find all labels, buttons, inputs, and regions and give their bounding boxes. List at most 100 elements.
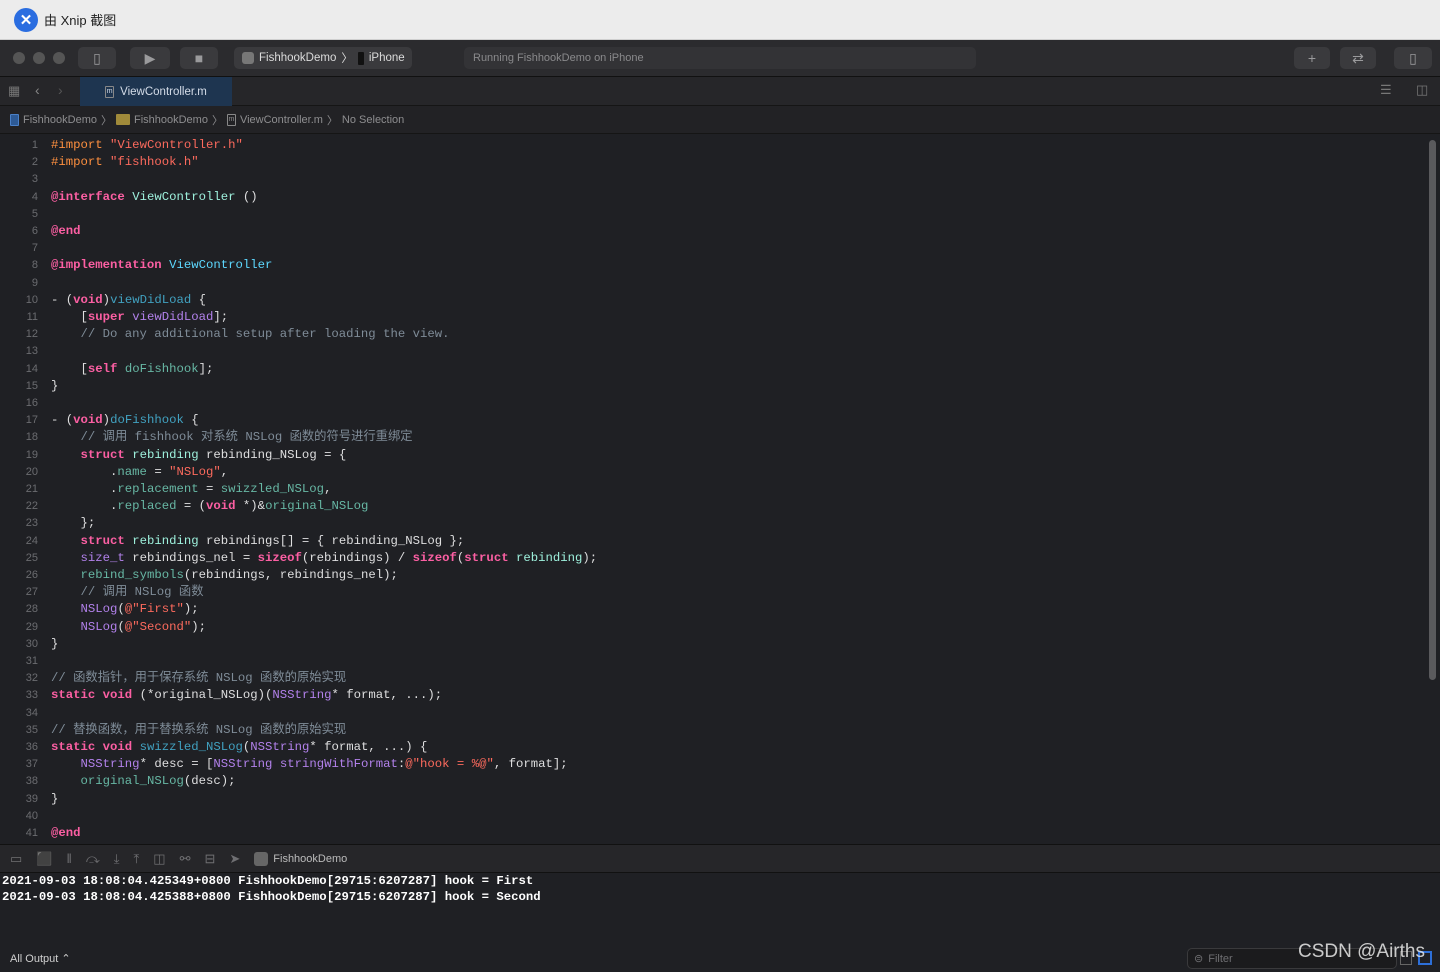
line-number: 25 [25,551,38,564]
file-m-icon: m [226,113,236,126]
code-token: "ViewController.h" [110,138,243,152]
code-token: * format, ...) { [309,740,428,754]
code-token: super [87,310,125,324]
code-line: NSString* desc = [NSString stringWithFor… [51,756,568,773]
line-number: 4 [31,190,38,203]
forward-icon[interactable]: › [58,82,63,98]
code-line: [super viewDidLoad]; [51,309,229,326]
navigator-toggle-icon[interactable]: ▯ [78,47,116,69]
minimize-window-button[interactable] [33,52,45,64]
step-out-icon[interactable]: ⤒ [134,851,140,867]
line-number: 18 [25,431,38,444]
step-into-icon[interactable]: ⤓ [114,851,120,867]
code-token: @end [51,826,81,840]
code-token: ( [117,602,125,617]
code-line: NSLog(@"Second"); [51,619,206,636]
code-token: // 函数指针，用于保存系统 NSLog 函数的原始实现 [51,671,347,686]
code-token: ) [102,413,111,428]
code-token: ViewController [169,258,273,273]
step-over-icon[interactable]: ⤼ [86,851,100,867]
code-token: * desc = [ [139,757,214,772]
code-line: .name = "NSLog", [51,464,228,481]
pause-icon[interactable]: ‖ [66,851,71,866]
line-number: 2 [31,156,38,169]
line-number: 27 [25,586,38,599]
output-selector[interactable]: All Output ⌃ [10,952,71,965]
code-token: } [51,791,59,806]
code-line: } [51,791,58,808]
jump-item-file[interactable]: ViewController.m [240,114,323,126]
code-token: { [191,292,207,307]
app-icon [254,851,269,866]
back-icon[interactable]: ‹ [35,82,40,98]
code-token: void [206,499,236,514]
code-token: swizzled_NSLog [139,740,243,754]
code-token: ViewController [132,189,236,204]
jump-item-group[interactable]: FishhookDemo [134,114,208,126]
code-token: , format]; [493,757,568,772]
project-icon [10,113,19,126]
code-token: void [102,740,133,754]
editor-scrollbar[interactable] [1429,140,1436,680]
stop-button[interactable]: ■ [180,47,218,69]
code-token: sizeof [412,550,457,565]
view-hierarchy-icon[interactable]: ◫ [153,851,165,867]
device-icon [357,51,364,65]
library-plus-icon[interactable]: + [1294,47,1330,69]
code-token: @"First" [124,602,184,617]
source-editor[interactable]: 1 #import "ViewController.h" 2 #import "fis… [0,134,1426,844]
code-token: void [73,292,103,307]
memory-graph-icon[interactable]: ⚯ [180,851,191,867]
line-number: 24 [25,534,38,547]
editor-options-icon[interactable]: ☰ [1380,82,1392,98]
grid-icon[interactable]: ▦ [8,83,20,99]
watermark: CSDN @Airths [1298,941,1425,962]
code-token: - ( [51,413,74,428]
code-token: rebinding [132,533,199,548]
split-editor-icon[interactable]: ◫ [1416,82,1428,98]
line-number: 41 [25,827,38,839]
line-number: 40 [25,809,38,822]
close-window-button[interactable] [13,52,25,64]
code-token: = ( [176,499,206,514]
line-number: 22 [25,500,38,513]
code-token: ]; [198,361,214,376]
run-button[interactable]: ▶ [130,47,170,69]
code-line: // Do any additional setup after loading… [51,326,450,343]
inspector-toggle-icon[interactable]: ▯ [1394,47,1432,69]
code-token: rebindings_nel = [124,550,258,565]
breakpoints-icon[interactable]: ⬛ [36,851,52,867]
simulate-location-icon[interactable]: ➤ [229,851,240,867]
line-number: 26 [25,569,38,581]
line-number: 14 [25,362,38,375]
code-token: // Do any additional setup after loading… [51,327,450,342]
tab-viewcontroller-m[interactable]: m ViewController.m [80,77,232,106]
jump-item-selection[interactable]: No Selection [342,114,404,126]
process-selector[interactable]: FishhookDemo [254,851,347,866]
zoom-window-button[interactable] [53,52,65,64]
code-line: .replaced = (void *)&original_NSLog [51,498,368,515]
environment-overrides-icon[interactable]: ⊟ [204,851,215,867]
filter-icon: ⊜ [1194,953,1204,965]
code-token: void [102,688,133,703]
code-token: } [51,636,59,651]
code-token: { [183,413,199,428]
code-line: - (void)viewDidLoad { [51,292,206,309]
hide-debug-area-icon[interactable]: ▭ [10,851,22,867]
code-token: } [51,378,59,393]
code-review-icon[interactable]: ⇄ [1340,47,1376,69]
code-token: // 调用 fishhook 对系统 NSLog 函数的符号进行重绑定 [51,430,413,445]
file-m-icon: m [105,85,115,98]
jump-item-project[interactable]: FishhookDemo [23,114,97,126]
code-token: size_t [80,550,125,565]
code-token: void [73,413,103,428]
scheme-selector[interactable]: FishhookDemo 〉 iPhone [234,47,412,69]
app-icon [242,52,254,64]
